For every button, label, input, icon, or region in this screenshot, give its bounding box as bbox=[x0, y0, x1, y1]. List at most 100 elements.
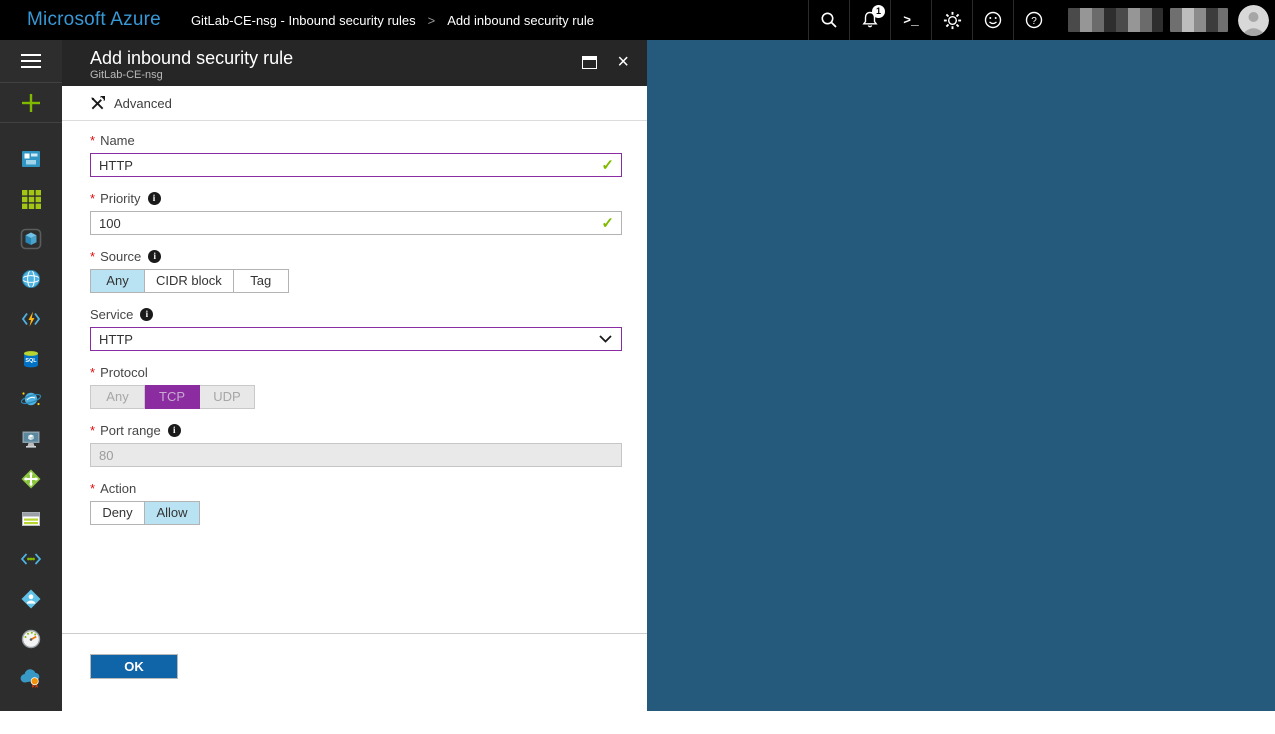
user-identity-redacted[interactable] bbox=[1068, 8, 1228, 32]
blade-header: Add inbound security rule GitLab-CE-nsg … bbox=[62, 40, 647, 86]
protocol-option-udp: UDP bbox=[200, 385, 255, 409]
sidebar-item-cosmos-db[interactable] bbox=[0, 379, 62, 419]
dimmed-portal-background bbox=[647, 40, 1275, 711]
info-icon[interactable]: i bbox=[148, 250, 161, 263]
sidebar-item-resource-groups[interactable] bbox=[0, 219, 62, 259]
cloud-shell-button[interactable]: >_ bbox=[890, 0, 931, 40]
service-label: Service i bbox=[90, 307, 622, 322]
breadcrumb-separator: > bbox=[428, 13, 436, 28]
sidebar-collapse-button[interactable] bbox=[0, 699, 62, 734]
add-inbound-security-rule-blade: Add inbound security rule GitLab-CE-nsg … bbox=[62, 40, 647, 711]
left-nav-sidebar: SQL bbox=[0, 40, 62, 711]
tools-icon bbox=[90, 96, 105, 111]
source-option-any[interactable]: Any bbox=[90, 269, 145, 293]
required-marker: * bbox=[90, 191, 95, 206]
new-plus-icon bbox=[20, 92, 42, 114]
sidebar-item-dashboard[interactable] bbox=[0, 139, 62, 179]
virtual-machines-icon bbox=[20, 428, 42, 450]
smiley-icon bbox=[983, 10, 1003, 30]
action-option-allow[interactable]: Allow bbox=[145, 501, 200, 525]
app-services-icon bbox=[20, 268, 42, 290]
source-label: * Source i bbox=[90, 249, 622, 264]
close-icon[interactable]: × bbox=[617, 54, 629, 70]
sidebar-item-menu[interactable] bbox=[0, 40, 62, 83]
required-marker: * bbox=[90, 365, 95, 380]
svg-text:SQL: SQL bbox=[25, 358, 37, 364]
ok-button[interactable]: OK bbox=[90, 654, 178, 679]
protocol-option-tcp: TCP bbox=[145, 385, 200, 409]
notifications-button[interactable]: 1 bbox=[849, 0, 890, 40]
sidebar-item-azure-active-directory[interactable] bbox=[0, 579, 62, 619]
sidebar-item-function-apps[interactable] bbox=[0, 299, 62, 339]
valid-check-icon: ✓ bbox=[601, 156, 614, 174]
sidebar-item-virtual-machines[interactable] bbox=[0, 419, 62, 459]
sidebar-item-sql-databases[interactable]: SQL bbox=[0, 339, 62, 379]
info-icon[interactable]: i bbox=[168, 424, 181, 437]
sidebar-item-app-services[interactable] bbox=[0, 259, 62, 299]
page-subtitle: GitLab-CE-nsg bbox=[90, 69, 631, 82]
load-balancers-icon bbox=[20, 468, 42, 490]
priority-input[interactable] bbox=[90, 211, 622, 235]
gear-icon bbox=[942, 10, 963, 31]
notification-badge: 1 bbox=[872, 5, 885, 18]
function-apps-icon bbox=[20, 308, 42, 330]
menu-icon bbox=[20, 52, 42, 70]
top-bar: Microsoft Azure GitLab-CE-nsg - Inbound … bbox=[0, 0, 1275, 40]
advanced-label: Advanced bbox=[114, 96, 172, 111]
monitor-icon bbox=[20, 628, 42, 650]
service-field-group: Service i HTTP bbox=[90, 307, 622, 351]
advanced-button[interactable]: Advanced bbox=[90, 96, 172, 111]
user-directory-blurred bbox=[1170, 8, 1228, 32]
action-label: * Action bbox=[90, 481, 622, 496]
name-input[interactable] bbox=[90, 153, 622, 177]
required-marker: * bbox=[90, 133, 95, 148]
port-range-input bbox=[90, 443, 622, 467]
avatar-icon bbox=[1238, 5, 1269, 36]
sidebar-item-security-center[interactable] bbox=[0, 659, 62, 699]
avatar[interactable] bbox=[1238, 5, 1269, 36]
svg-text:?: ? bbox=[1031, 16, 1037, 27]
footer-divider bbox=[62, 633, 647, 634]
action-option-deny[interactable]: Deny bbox=[90, 501, 145, 525]
help-button[interactable]: ? bbox=[1013, 0, 1054, 40]
info-icon[interactable]: i bbox=[140, 308, 153, 321]
maximize-icon[interactable] bbox=[582, 56, 597, 69]
azure-logo[interactable]: Microsoft Azure bbox=[27, 9, 161, 31]
sidebar-item-monitor[interactable] bbox=[0, 619, 62, 659]
valid-check-icon: ✓ bbox=[601, 214, 614, 232]
settings-button[interactable] bbox=[931, 0, 972, 40]
search-icon bbox=[819, 10, 839, 30]
rule-form: * Name ✓ * Priority i ✓ * Source bbox=[62, 121, 647, 525]
port-range-label: * Port range i bbox=[90, 423, 622, 438]
source-field-group: * Source i Any CIDR block Tag bbox=[90, 249, 622, 293]
sql-databases-icon: SQL bbox=[20, 348, 42, 370]
feedback-button[interactable] bbox=[972, 0, 1013, 40]
page-title: Add inbound security rule bbox=[90, 47, 631, 69]
required-marker: * bbox=[90, 423, 95, 438]
source-option-cidr-block[interactable]: CIDR block bbox=[145, 269, 234, 293]
action-toggle-group: Deny Allow bbox=[90, 501, 622, 525]
port-range-field-group: * Port range i bbox=[90, 423, 622, 467]
service-select[interactable]: HTTP bbox=[90, 327, 622, 351]
topbar-actions: 1 >_ bbox=[808, 0, 1275, 40]
required-marker: * bbox=[90, 249, 95, 264]
sidebar-item-virtual-networks[interactable] bbox=[0, 539, 62, 579]
help-icon: ? bbox=[1024, 10, 1044, 30]
protocol-field-group: * Protocol Any TCP UDP bbox=[90, 365, 622, 409]
breadcrumb-primary[interactable]: GitLab-CE-nsg - Inbound security rules bbox=[191, 13, 416, 28]
sidebar-item-all-resources[interactable] bbox=[0, 179, 62, 219]
collapse-chevron-icon bbox=[22, 708, 40, 726]
info-icon[interactable]: i bbox=[148, 192, 161, 205]
priority-label: * Priority i bbox=[90, 191, 622, 206]
sidebar-item-new[interactable] bbox=[0, 83, 62, 123]
sidebar-item-load-balancers[interactable] bbox=[0, 459, 62, 499]
source-option-tag[interactable]: Tag bbox=[234, 269, 289, 293]
protocol-toggle-group: Any TCP UDP bbox=[90, 385, 622, 409]
name-label: * Name bbox=[90, 133, 622, 148]
all-resources-icon bbox=[21, 189, 42, 210]
sidebar-item-storage-accounts[interactable] bbox=[0, 499, 62, 539]
search-button[interactable] bbox=[808, 0, 849, 40]
service-selected-value: HTTP bbox=[99, 332, 133, 347]
priority-field-group: * Priority i ✓ bbox=[90, 191, 622, 235]
cloud-shell-icon: >_ bbox=[903, 13, 919, 28]
